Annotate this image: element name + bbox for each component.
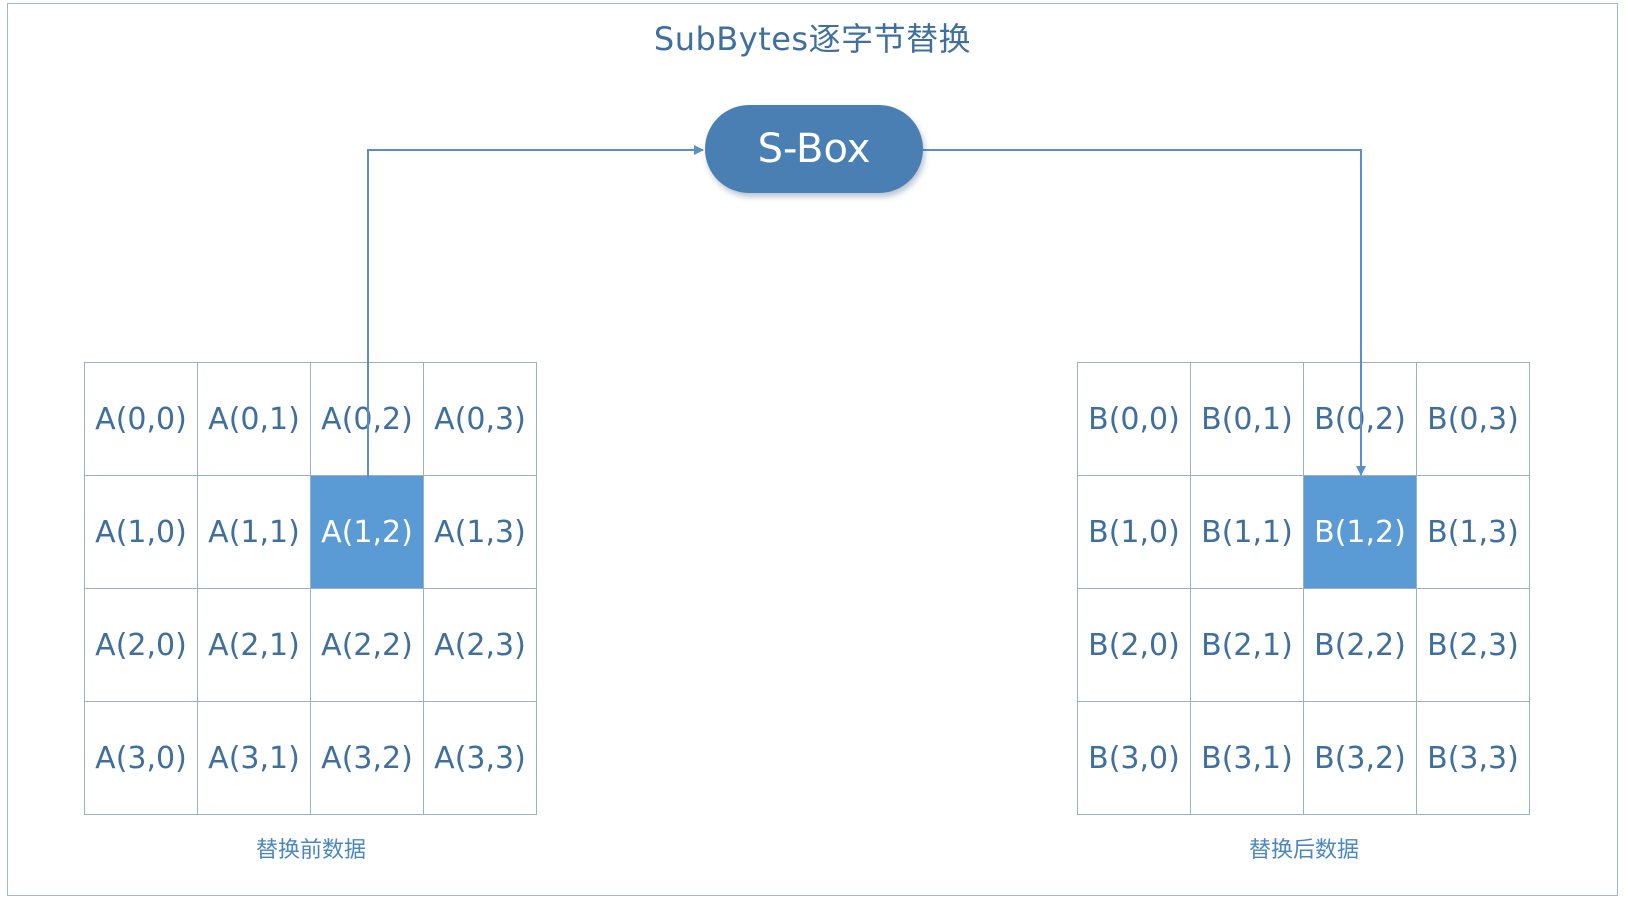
before-cell-2-0: A(2,0) [85, 589, 198, 702]
sbox-label: S-Box [757, 126, 871, 172]
before-cell-2-2: A(2,2) [311, 589, 424, 702]
before-grid: A(0,0) A(0,1) A(0,2) A(0,3) A(1,0) A(1,1) A(1,… [84, 362, 537, 815]
after-cell-3-0: B(3,0) [1078, 702, 1191, 815]
before-cell-0-1: A(0,1) [198, 363, 311, 476]
before-cell-1-1: A(1,1) [198, 476, 311, 589]
before-cell-3-2: A(3,2) [311, 702, 424, 815]
after-caption: 替换后数据 [1248, 838, 1359, 863]
after-cell-0-3: B(0,3) [1417, 363, 1530, 476]
before-cell-2-1: A(2,1) [198, 589, 311, 702]
after-cell-1-3: B(1,3) [1417, 476, 1530, 589]
after-cell-2-3: B(2,3) [1417, 589, 1530, 702]
sbox-node: S-Box [705, 105, 923, 193]
after-cell-2-1: B(2,1) [1191, 589, 1304, 702]
before-cell-0-2: A(0,2) [311, 363, 424, 476]
before-cell-1-3: A(1,3) [424, 476, 537, 589]
before-cell-2-3: A(2,3) [424, 589, 537, 702]
after-cell-2-0: B(2,0) [1078, 589, 1191, 702]
before-cell-1-2: A(1,2) [311, 476, 424, 589]
before-cell-3-1: A(3,1) [198, 702, 311, 815]
after-cell-0-0: B(0,0) [1078, 363, 1191, 476]
after-cell-0-1: B(0,1) [1191, 363, 1304, 476]
after-cell-3-3: B(3,3) [1417, 702, 1530, 815]
after-cell-2-2: B(2,2) [1304, 589, 1417, 702]
before-cell-3-0: A(3,0) [85, 702, 198, 815]
before-cell-1-0: A(1,0) [85, 476, 198, 589]
before-caption: 替换前数据 [255, 838, 366, 863]
after-cell-3-1: B(3,1) [1191, 702, 1304, 815]
after-cell-0-2: B(0,2) [1304, 363, 1417, 476]
before-cell-0-3: A(0,3) [424, 363, 537, 476]
after-cell-1-0: B(1,0) [1078, 476, 1191, 589]
before-cell-0-0: A(0,0) [85, 363, 198, 476]
before-cell-3-3: A(3,3) [424, 702, 537, 815]
after-cell-1-2: B(1,2) [1304, 476, 1417, 589]
after-cell-3-2: B(3,2) [1304, 702, 1417, 815]
diagram-title: SubBytes逐字节替换 [653, 20, 972, 58]
after-cell-1-1: B(1,1) [1191, 476, 1304, 589]
after-grid: B(0,0) B(0,1) B(0,2) B(0,3) B(1,0) B(1,1) B(1,… [1077, 362, 1530, 815]
